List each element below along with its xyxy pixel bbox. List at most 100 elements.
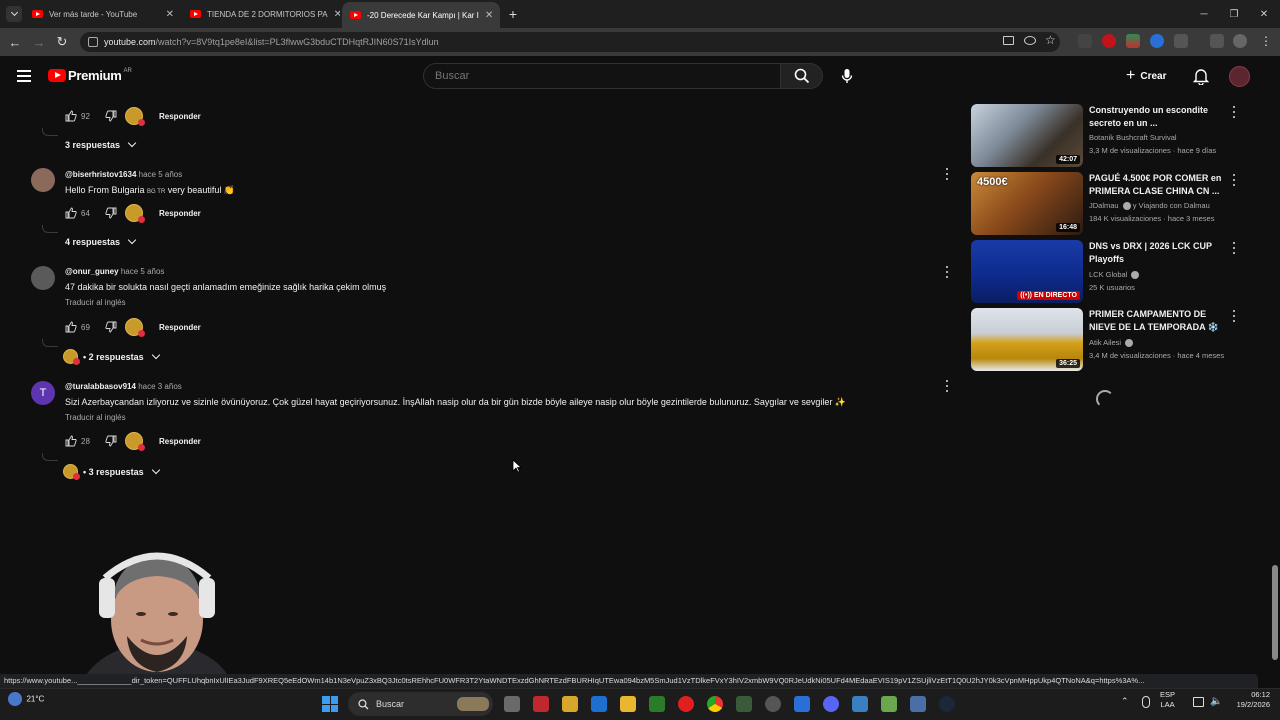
store-icon[interactable] (562, 696, 578, 712)
settings-gear-icon[interactable] (765, 696, 781, 712)
close-icon[interactable]: ✕ (479, 10, 493, 21)
video-channel[interactable]: LCK Global (1089, 268, 1140, 281)
video-menu-icon[interactable] (1232, 310, 1236, 322)
video-menu-icon[interactable] (1232, 174, 1236, 186)
back-arrow-icon[interactable]: ← (3, 28, 27, 56)
thumb-up-icon[interactable] (65, 435, 77, 447)
task-view-icon[interactable] (504, 696, 520, 712)
extension-blue-icon[interactable] (1150, 34, 1164, 48)
account-avatar[interactable] (1229, 66, 1250, 87)
close-window-icon[interactable]: ✕ (1248, 0, 1280, 28)
comment-author[interactable]: @turalabbasov914 hace 3 años (65, 382, 182, 391)
thumb-up-icon[interactable] (65, 321, 77, 333)
extension-icon[interactable] (1078, 34, 1092, 48)
app-icon[interactable] (910, 696, 926, 712)
view-replies-button[interactable]: 4 respuestas (65, 235, 137, 247)
reload-icon[interactable]: ↻ (50, 28, 74, 56)
commenter-avatar[interactable] (31, 168, 55, 192)
reply-button[interactable]: Responder (159, 112, 201, 121)
steam-icon[interactable] (939, 696, 955, 712)
browser-tab-2[interactable]: TIENDA DE 2 DORMITORIOS PA ✕ (182, 0, 340, 28)
reply-button[interactable]: Responder (159, 323, 201, 332)
forward-arrow-icon[interactable]: → (27, 28, 51, 56)
video-thumbnail[interactable]: 36:25 (971, 308, 1083, 371)
youtube-app-icon[interactable] (678, 696, 694, 712)
close-icon[interactable]: ✕ (160, 9, 174, 20)
comment-author[interactable]: @onur_guney hace 5 años (65, 267, 164, 276)
search-button[interactable] (781, 63, 823, 89)
commenter-avatar[interactable] (31, 266, 55, 290)
video-channel[interactable]: JDalmau y Viajando con Dalmau (1089, 199, 1210, 212)
comment-menu-icon[interactable] (945, 266, 949, 278)
language-indicator[interactable]: ESP LAA (1160, 690, 1175, 710)
comment-menu-icon[interactable] (945, 168, 949, 180)
view-replies-button[interactable]: • 3 respuestas (63, 464, 160, 480)
reply-button[interactable]: Responder (159, 209, 201, 218)
video-channel[interactable]: Botanik Bushcraft Survival (1089, 131, 1177, 144)
video-thumbnail[interactable]: ((•)) EN DIRECTO (971, 240, 1083, 303)
view-replies-button[interactable]: 3 respuestas (65, 138, 137, 150)
windows-start-icon[interactable] (322, 696, 338, 712)
browser-tab-3-active[interactable]: -20 Derecede Kar Kampı | Kar I ✕ (342, 2, 500, 28)
video-title[interactable]: PAGUÉ 4.500€ POR COMER en PRIMERA CLASE … (1089, 172, 1224, 198)
hamburger-menu-icon[interactable] (17, 70, 31, 82)
view-replies-button[interactable]: • 2 respuestas (63, 349, 160, 365)
extension-flag-icon[interactable] (1126, 34, 1140, 48)
thumb-up-icon[interactable] (65, 110, 77, 122)
video-title[interactable]: PRIMER CAMPAMENTO DE NIEVE DE LA TEMPORA… (1089, 308, 1224, 334)
app-icon[interactable] (736, 696, 752, 712)
bookmark-star-icon[interactable]: ☆ (1045, 33, 1056, 47)
profile-icon[interactable] (1233, 34, 1247, 48)
file-explorer-icon[interactable] (620, 696, 636, 712)
video-channel[interactable]: Atik Ailesi (1089, 336, 1134, 349)
reply-button[interactable]: Responder (159, 437, 201, 446)
extension-red-icon[interactable] (1102, 34, 1116, 48)
video-thumbnail[interactable]: 42:07 (971, 104, 1083, 167)
youtube-logo[interactable]: Premium AR (48, 68, 132, 83)
translate-link[interactable]: Traducir al inglés (65, 298, 126, 307)
puzzle-icon[interactable] (1174, 34, 1188, 48)
outlook-icon[interactable] (591, 696, 607, 712)
chrome-icon[interactable] (707, 696, 723, 712)
video-title[interactable]: Construyendo un escondite secreto en un … (1089, 104, 1224, 130)
translate-link[interactable]: Traducir al inglés (65, 413, 126, 422)
eye-off-icon[interactable] (1024, 36, 1036, 45)
new-tab-button[interactable]: + (504, 5, 522, 23)
restore-icon[interactable]: ❐ (1218, 0, 1250, 28)
discord-icon[interactable] (823, 696, 839, 712)
commenter-avatar[interactable]: T (31, 381, 55, 405)
close-icon[interactable]: ✕ (328, 9, 340, 20)
thumb-down-icon[interactable] (105, 321, 117, 333)
thumb-down-icon[interactable] (105, 110, 117, 122)
app-green-icon[interactable] (649, 696, 665, 712)
video-menu-icon[interactable] (1232, 242, 1236, 254)
scrollbar-thumb[interactable] (1272, 565, 1278, 660)
comment-menu-icon[interactable] (945, 380, 949, 392)
address-bar[interactable]: youtube.com/watch?v=8V9tq1pe8eI&list=PL3… (80, 32, 1060, 52)
notifications-bell-icon[interactable] (1192, 67, 1210, 86)
browser-tab-1[interactable]: Ver más tarde - YouTube ✕ (24, 0, 182, 28)
search-input[interactable] (423, 63, 781, 89)
comment-author[interactable]: @biserhristov1634 hace 5 años (65, 170, 182, 179)
menu-kebab-icon[interactable]: ⋮ (1260, 34, 1272, 48)
clock[interactable]: 06:12 19/2/2026 (1226, 690, 1270, 710)
photos-icon[interactable] (852, 696, 868, 712)
reading-list-icon[interactable] (1210, 34, 1224, 48)
thumb-up-icon[interactable] (65, 207, 77, 219)
thumb-down-icon[interactable] (105, 435, 117, 447)
create-button[interactable]: + Crear (1126, 66, 1166, 86)
video-menu-icon[interactable] (1232, 106, 1236, 118)
screen-share-icon[interactable] (1003, 36, 1014, 45)
app-icon[interactable] (881, 696, 897, 712)
voice-search-button[interactable] (836, 65, 858, 87)
document-icon[interactable] (794, 696, 810, 712)
site-info-icon[interactable] (88, 37, 98, 47)
video-thumbnail[interactable]: 4500€ 16:48 (971, 172, 1083, 235)
thumb-down-icon[interactable] (105, 207, 117, 219)
volume-icon[interactable]: 🔈 (1210, 696, 1222, 707)
microphone-tray-icon[interactable] (1142, 696, 1150, 708)
chevron-up-icon[interactable]: ⌃ (1121, 696, 1129, 707)
tab-search-button[interactable] (6, 6, 22, 22)
display-tray-icon[interactable] (1193, 697, 1204, 707)
weather-widget[interactable]: 21°C (8, 690, 44, 708)
